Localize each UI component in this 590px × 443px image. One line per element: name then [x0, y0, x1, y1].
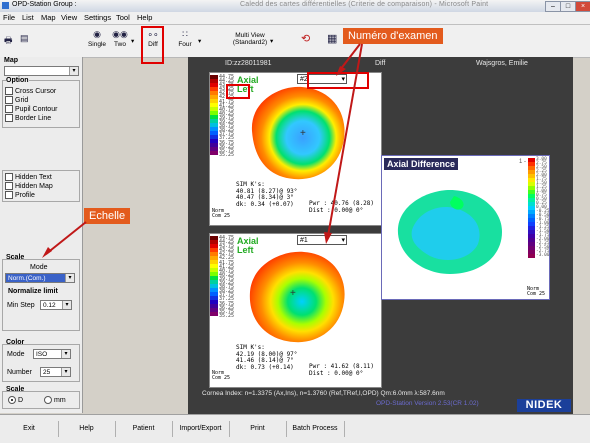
window-title-extra: Caledd des cartes différentielles (Crite… — [240, 1, 489, 8]
print-icon[interactable]: 🖶 — [4, 33, 13, 50]
two-label: Two — [114, 41, 126, 48]
difference-scale-values: 3.00 2.75 2.50 2.25 2.00 1.75 1.50 1.25 1.00 0.75… — [536, 157, 550, 258]
number-label: Number — [7, 369, 32, 376]
cornea-index: Cornea Index: n=1.3375 (Ax,Ins), n=1.376… — [202, 390, 445, 397]
four-label: Four — [178, 41, 192, 48]
border-line-checkbox[interactable]: Border Line — [5, 114, 51, 122]
cross-cursor-checkbox[interactable]: Cross Cursor — [5, 87, 56, 95]
four-dropdown-icon[interactable]: ▾ — [198, 37, 201, 45]
scale-d-radio[interactable]: D — [8, 396, 23, 404]
sim-k-bottom: SIM K's: 42.19 (8.00)@ 97° 41.46 (8.14)@ 7… — [236, 344, 298, 371]
two-button[interactable]: ◉◉ Two — [110, 29, 130, 48]
echelle-callout: Echelle — [84, 208, 131, 224]
min-step-label: Min Step — [7, 302, 35, 309]
number-select[interactable]: 25 ▾ — [40, 367, 71, 377]
close-button[interactable]: × — [575, 1, 590, 12]
minimize-button[interactable]: – — [545, 1, 561, 12]
normalize-limit-label: Normalize limit — [8, 288, 58, 295]
color-scale-bar — [210, 75, 218, 155]
grid-checkbox[interactable]: Grid — [5, 96, 28, 104]
axial-difference-title: Axial Difference — [384, 158, 459, 170]
norm-label-diff: Norm Com 25 — [527, 286, 546, 297]
import-export-button[interactable]: Import/Export — [172, 421, 230, 437]
menu-settings[interactable]: Settings — [84, 13, 111, 22]
axial-difference-map[interactable]: Axial Difference 1 - 2 3.00 2.75 2.50 2.25 2… — [381, 155, 550, 300]
norm-label-top: Norm Com 25 — [212, 208, 231, 219]
color-mode-select[interactable]: ISO ▾ — [33, 349, 71, 359]
menu-map[interactable]: Map — [41, 13, 56, 22]
single-label: Single — [87, 41, 107, 48]
exit-button[interactable]: Exit — [0, 421, 59, 437]
two-eyes-icon: ◉◉ — [112, 29, 128, 39]
map-label: Map — [4, 57, 18, 64]
hidden-map-checkbox[interactable]: Hidden Map — [5, 182, 53, 190]
version-text: OPD-Station Version 2.53(CR 1.02) — [376, 400, 479, 407]
multi-view-button[interactable]: Multi View (Standard2) — [228, 32, 272, 46]
four-button[interactable]: ∷ Four — [175, 29, 195, 48]
difference-map — [397, 190, 502, 274]
batch-process-button[interactable]: Batch Process — [286, 421, 345, 437]
scale-mm-radio[interactable]: mm — [44, 396, 66, 404]
help-button[interactable]: Help — [58, 421, 116, 437]
four-icon: ∷ — [182, 29, 188, 39]
color-mode-label: Mode — [7, 351, 25, 358]
min-step-select[interactable]: 0.12 ▾ — [40, 300, 72, 310]
norm-label-bottom: Norm Com 25 — [212, 370, 231, 381]
menu-help[interactable]: Help — [137, 13, 152, 22]
mode-label: Mode — [30, 264, 48, 271]
scale-values-bottom: 44.75 44.25 43.75 43.25 42.75 42.25 41.75 41.25… — [219, 235, 235, 319]
profile-checkbox[interactable]: Profile — [5, 191, 35, 199]
app-icon — [2, 2, 9, 9]
option-label: Option — [6, 77, 29, 84]
menu-list[interactable]: List — [22, 13, 34, 22]
scale-mode-select[interactable]: Norm.(Com.) ▾ — [5, 273, 75, 283]
numero-examen-arrows — [324, 43, 363, 244]
single-button[interactable]: ◉ Single — [86, 29, 108, 48]
save-icon[interactable]: ▤ — [20, 33, 29, 45]
nidek-logo: NIDEK — [517, 399, 571, 412]
toolbar: 🖶 ▤ ◉ Single ◉◉ Two ▾ ∘∘ Diff ∷ Four ▾ Multi… — [0, 25, 590, 58]
color-scale-bar-bottom — [210, 236, 218, 316]
axial-left-highlight — [226, 84, 250, 99]
bottom-button-bar: Exit Help Patient Import/Export Print Ba… — [0, 414, 590, 443]
menu-view[interactable]: View — [61, 13, 77, 22]
menu-bar: File List Map View Settings Tool Help — [0, 12, 590, 25]
window-title: OPD-Station Group : — [12, 1, 77, 8]
multi-view-sublabel: (Standard2) — [232, 39, 268, 46]
difference-color-scale — [528, 158, 535, 258]
maximize-button[interactable]: □ — [560, 1, 576, 12]
pwr-dist-bottom: Pwr : 41.62 (8.11) Dist : 0.00@ 0° — [309, 363, 375, 377]
pupil-contour-checkbox[interactable]: Pupil Contour — [5, 105, 57, 113]
svg-text:+: + — [290, 288, 296, 299]
map-select[interactable]: ▾ — [4, 66, 79, 76]
multi-view-label: Multi View — [235, 32, 265, 39]
patient-button[interactable]: Patient — [115, 421, 173, 437]
print-button[interactable]: Print — [229, 421, 287, 437]
multi-view-dropdown-icon[interactable]: ▾ — [270, 37, 273, 45]
map-display-area: ID:zz28011981 Diff Wajsgros, Emilie 44.7… — [188, 57, 573, 414]
sim-k-top: SIM K's: 40.81 (8.27)@ 93° 40.47 (8.34)@ 3… — [236, 181, 298, 208]
diff-highlight-box — [141, 26, 164, 64]
patient-id: ID:zz28011981 — [225, 60, 272, 67]
echelle-arrow — [42, 221, 87, 258]
axial-map-bottom[interactable]: 44.75 44.25 43.75 43.25 42.75 42.25 41.75 41.25… — [209, 233, 382, 388]
two-dropdown-icon[interactable]: ▾ — [131, 37, 134, 45]
patient-name: Wajsgros, Emilie — [476, 60, 528, 67]
menu-tool[interactable]: Tool — [116, 13, 130, 22]
hidden-text-checkbox[interactable]: Hidden Text — [5, 173, 52, 181]
topography-map-bottom: + — [249, 251, 345, 343]
eye-icon: ◉ — [93, 29, 101, 39]
menu-file[interactable]: File — [3, 13, 15, 22]
